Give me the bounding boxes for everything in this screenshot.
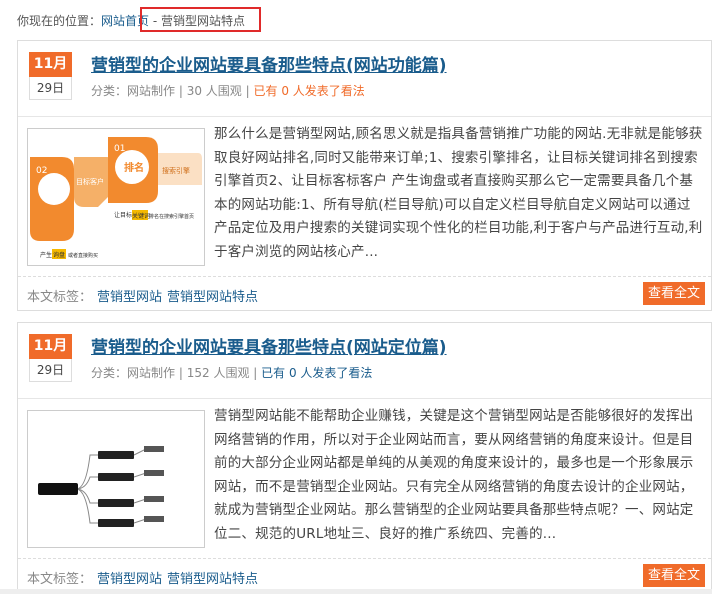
breadcrumb-highlight-box [140, 7, 261, 32]
thumb-text-let: 让目标 [114, 211, 132, 219]
post-footer: 本文标签： 营销型网站 营销型网站特点 查看全文 [18, 559, 711, 592]
mindmap-illustration [38, 446, 164, 527]
thumb-text-rank: 排名 [124, 161, 144, 174]
tag-link[interactable]: 营销型网站 [97, 290, 162, 305]
tag-list: 本文标签： 营销型网站 营销型网站特点 [27, 286, 258, 305]
post-meta: 分类：网站制作 | 30 人围观 | 已有 0 人发表了看法 [91, 84, 365, 98]
tag-link[interactable]: 营销型网站特点 [167, 290, 258, 305]
category-label: 分类： [91, 84, 128, 98]
post-thumbnail[interactable] [27, 410, 205, 548]
tag-link[interactable]: 营销型网站特点 [167, 572, 258, 587]
comment-count-link[interactable]: 已有 0 人发表了看法 [254, 84, 365, 98]
category-link[interactable]: 网站制作 [127, 84, 175, 98]
tags-label: 本文标签： [27, 572, 93, 587]
view-count: 152 人围观 [186, 366, 250, 380]
post-title-link[interactable]: 营销型的企业网站要具备那些特点(网站功能篇) [91, 51, 447, 76]
read-more-button[interactable]: 查看全文 [642, 564, 705, 587]
post-body: 目标客户 排名 01 02 搜索引擎 让目标 关键词 排名在搜索引擎首页 产生 … [18, 117, 711, 277]
post-footer: 本文标签： 营销型网站 营销型网站特点 查看全文 [18, 277, 711, 310]
thumb-text-produce: 产生 [40, 251, 52, 259]
post-card: 11月 29日 营销型的企业网站要具备那些特点(网站功能篇) 分类：网站制作 |… [17, 40, 712, 311]
thumb-text-01: 01 [114, 144, 125, 154]
date-day: 29日 [29, 359, 72, 382]
comment-count-link[interactable]: 已有 0 人发表了看法 [261, 366, 372, 380]
post-thumbnail[interactable]: 目标客户 排名 01 02 搜索引擎 让目标 关键词 排名在搜索引擎首页 产生 … [27, 128, 205, 266]
post-body: 营销型网站能不能帮助企业赚钱，关键是这个营销型网站是否能够很好的发挥出网络营销的… [18, 399, 711, 559]
post-excerpt: 营销型网站能不能帮助企业赚钱，关键是这个营销型网站是否能够很好的发挥出网络营销的… [214, 408, 694, 542]
post-header: 11月 29日 营销型的企业网站要具备那些特点(网站功能篇) 分类：网站制作 |… [18, 41, 711, 117]
tags-label: 本文标签： [27, 290, 93, 305]
post-meta: 分类：网站制作 | 152 人围观 | 已有 0 人发表了看法 [91, 366, 373, 380]
thumb-text-inquiry: 询盘 [53, 251, 65, 259]
category-link[interactable]: 网站制作 [127, 366, 175, 380]
date-badge: 11月 29日 [29, 334, 72, 382]
horizontal-scrollbar[interactable] [0, 589, 712, 594]
thumb-text-ranking: 排名在搜索引擎首页 [149, 213, 194, 220]
breadcrumb-prefix: 你现在的位置： [17, 14, 102, 28]
tag-list: 本文标签： 营销型网站 营销型网站特点 [27, 568, 258, 587]
post-title-link[interactable]: 营销型的企业网站要具备那些特点(网站定位篇) [91, 333, 447, 358]
post-excerpt: 那么什么是营销型网站,顾名思义就是指具备营销推广功能的网站.无非就是能够获取良好… [214, 126, 703, 260]
marketing-function-illustration: 目标客户 排名 01 02 搜索引擎 让目标 关键词 排名在搜索引擎首页 产生 … [30, 137, 202, 259]
tag-link[interactable]: 营销型网站 [97, 572, 162, 587]
read-more-button[interactable]: 查看全文 [642, 282, 705, 305]
category-label: 分类： [91, 366, 128, 380]
date-badge: 11月 29日 [29, 52, 72, 100]
thumb-text-purchase: 或者直接购买 [68, 252, 98, 259]
thumb-text-target: 目标客户 [76, 177, 104, 186]
view-count: 30 人围观 [186, 84, 242, 98]
date-month: 11月 [29, 52, 72, 77]
thumb-text-keyword: 关键词 [132, 212, 150, 220]
post-header: 11月 29日 营销型的企业网站要具备那些特点(网站定位篇) 分类：网站制作 |… [18, 323, 711, 399]
thumb-text-search: 搜索引擎 [162, 166, 190, 175]
thumb-text-02: 02 [36, 166, 47, 176]
date-day: 29日 [29, 77, 72, 100]
date-month: 11月 [29, 334, 72, 359]
post-card: 11月 29日 营销型的企业网站要具备那些特点(网站定位篇) 分类：网站制作 |… [17, 322, 712, 593]
